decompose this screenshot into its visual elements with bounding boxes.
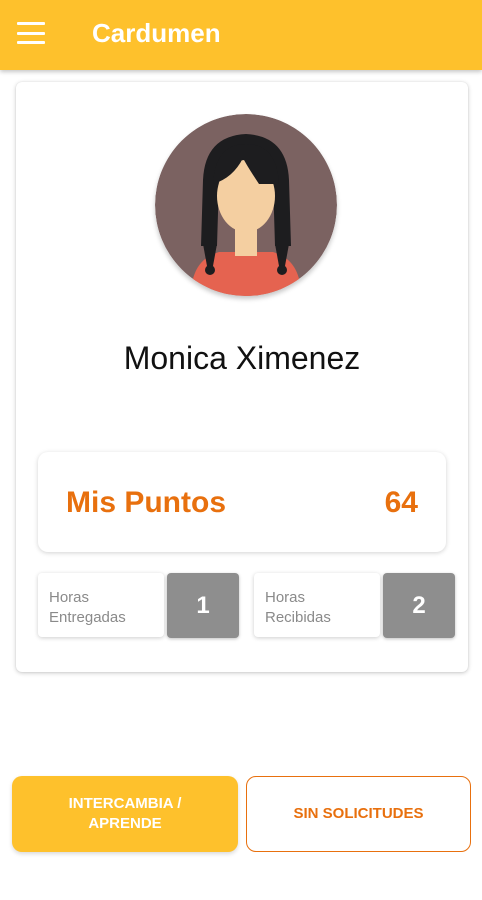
hours-received-value: 2 — [383, 573, 455, 638]
points-label: Mis Puntos — [66, 486, 227, 519]
hours-received-label: Horas Recibidas — [265, 589, 331, 626]
girl-avatar-icon — [155, 114, 337, 296]
no-requests-button[interactable]: SIN SOLICITUDES — [246, 776, 471, 852]
exchange-learn-label: INTERCAMBIA / APRENDE — [68, 795, 182, 832]
exchange-learn-button[interactable]: INTERCAMBIA / APRENDE — [12, 776, 238, 852]
hours-delivered-value: 1 — [167, 573, 239, 638]
points-card: Mis Puntos 64 — [38, 452, 446, 552]
hours-received-box: Horas Recibidas — [254, 573, 380, 637]
points-value: 64 — [384, 486, 418, 519]
hours-delivered-box: Horas Entregadas — [38, 573, 164, 637]
app-title: Cardumen — [92, 18, 221, 48]
app-bar: Cardumen — [0, 0, 482, 70]
user-name: Monica Ximenez — [123, 340, 361, 376]
profile-card: Monica Ximenez Mis Puntos 64 Horas Entre… — [16, 82, 468, 672]
hours-delivered-label: Horas Entregadas — [49, 589, 126, 626]
hamburger-menu-icon[interactable] — [17, 22, 45, 44]
no-requests-label: SIN SOLICITUDES — [293, 805, 424, 822]
